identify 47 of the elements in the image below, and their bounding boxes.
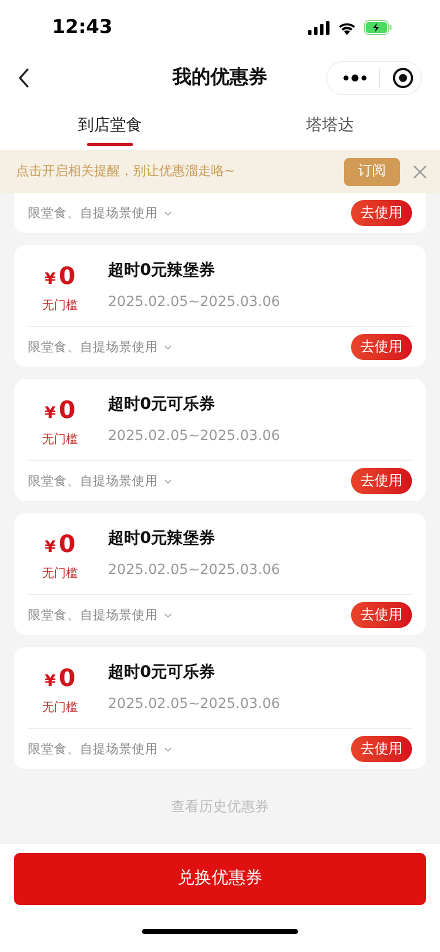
validity-period: 2025.02.05~2025.03.06 <box>108 695 280 714</box>
banner-text: 点击开启相关提醒，别让优惠溜走咯~ <box>16 162 235 181</box>
threshold-label: 无门槛 <box>42 698 78 716</box>
use-button[interactable]: 去使用 <box>351 736 412 762</box>
validity-period: 2025.02.05~2025.03.06 <box>108 561 280 580</box>
currency-symbol: ¥ <box>44 536 56 558</box>
currency-symbol: ¥ <box>44 402 56 424</box>
threshold-label: 无门槛 <box>42 564 78 582</box>
coupon-title: 超时0元可乐券 <box>108 661 216 683</box>
page-title: 我的优惠券 <box>171 65 268 90</box>
usage-scope-toggle[interactable]: 限堂食、自提场景使用 <box>28 740 172 758</box>
validity-period: 2025.02.05~2025.03.06 <box>108 427 280 446</box>
usage-scope-toggle[interactable]: 限堂食、自提场景使用 <box>28 204 172 222</box>
chevron-down-icon <box>164 344 172 350</box>
usage-scope-toggle[interactable]: 限堂食、自提场景使用 <box>28 338 172 356</box>
coupon-amount: 0 <box>58 394 76 426</box>
currency-symbol: ¥ <box>44 268 56 290</box>
coupon-amount: 0 <box>58 662 76 694</box>
coupon-amount: 0 <box>58 528 76 560</box>
use-button[interactable]: 去使用 <box>351 602 412 628</box>
validity-period: 2025.02.05~2025.03.06 <box>108 293 280 312</box>
coupon-amount: 0 <box>58 260 76 292</box>
redeem-button[interactable]: 兑换优惠券 <box>14 853 426 905</box>
currency-symbol: ¥ <box>44 670 56 692</box>
tab[interactable]: 到店堂食 <box>0 100 220 150</box>
more-icon[interactable] <box>343 74 367 82</box>
coupon-title: 超时0元辣堡券 <box>108 259 216 281</box>
usage-scope-toggle[interactable]: 限堂食、自提场景使用 <box>28 472 172 490</box>
battery-icon <box>364 20 392 35</box>
close-target-icon[interactable] <box>392 66 414 88</box>
coupon-title: 超时0元辣堡券 <box>108 527 216 549</box>
wifi-icon <box>338 20 356 34</box>
use-button[interactable]: 去使用 <box>351 334 412 360</box>
threshold-label: 无门槛 <box>42 296 78 314</box>
signal-icon <box>308 20 330 34</box>
chevron-down-icon <box>164 612 172 618</box>
use-button[interactable]: 去使用 <box>351 200 412 226</box>
use-button[interactable]: 去使用 <box>351 468 412 494</box>
status-time: 12:43 <box>52 15 112 40</box>
threshold-label: 无门槛 <box>42 430 78 448</box>
tab[interactable]: 塔塔达 <box>220 100 440 150</box>
usage-scope-toggle[interactable]: 限堂食、自提场景使用 <box>28 606 172 624</box>
chevron-down-icon <box>164 478 172 484</box>
coupon-title: 超时0元可乐券 <box>108 393 216 415</box>
chevron-down-icon <box>164 210 172 216</box>
chevron-down-icon <box>164 746 172 752</box>
subscribe-button[interactable]: 订阅 <box>344 158 400 186</box>
